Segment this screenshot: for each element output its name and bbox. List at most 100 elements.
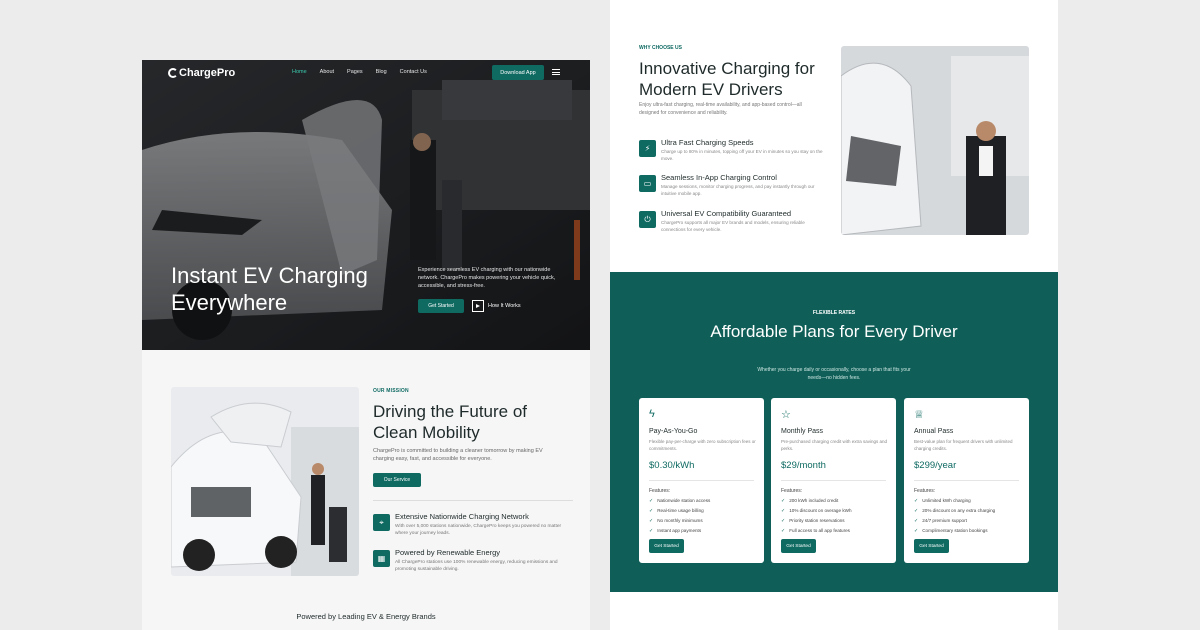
nav-link-contact[interactable]: Contact Us	[400, 69, 427, 75]
home-page-preview: ChargePro Home About Pages Blog Contact …	[142, 60, 590, 630]
brands-heading: Powered by Leading EV & Energy Brands	[296, 612, 436, 621]
bolt-icon: ⚡	[639, 140, 656, 157]
mission-kicker: OUR MISSION	[373, 388, 409, 394]
feature-title: Seamless In-App Charging Control	[661, 173, 777, 182]
plan-features-list: ✓ Unlimited kWh charging ✓ 20% discount on…	[914, 496, 995, 536]
solar-panel-icon: ▦	[373, 550, 390, 567]
star-badge-icon: ☆	[781, 409, 791, 421]
hero-description: Experience seamless EV charging with our…	[418, 267, 556, 289]
check-icon: ✓	[781, 508, 786, 514]
check-icon: ✓	[649, 498, 654, 504]
features-label: Features:	[781, 488, 803, 494]
divider	[781, 480, 886, 481]
plan-description: Flexible pay-per-charge with zero subscr…	[649, 439, 756, 451]
list-item: ✓ 200 kWh included credit	[781, 498, 839, 504]
feature-title: Powered by Renewable Energy	[395, 548, 501, 557]
nav-links: Home About Pages Blog Contact Us	[292, 69, 427, 75]
why-title: Innovative Charging for Modern EV Driver…	[639, 59, 815, 99]
feature-description: ChargePro supports all major EV brands a…	[661, 220, 805, 232]
pricing-kicker: FLEXIBLE RATES	[812, 310, 856, 316]
mission-description: ChargePro is committed to building a cle…	[373, 448, 543, 462]
why-kicker: WHY CHOOSE US	[639, 45, 682, 51]
bolt-icon: ϟ	[649, 408, 655, 420]
chargepro-logo[interactable]: ChargePro	[168, 67, 235, 79]
feature-description: With over 5,000 stations nationwide, Cha…	[395, 524, 562, 536]
check-icon: ✓	[914, 508, 919, 514]
pricing-title: Affordable Plans for Every Driver	[710, 322, 958, 341]
divider	[914, 480, 1019, 481]
how-it-works-link[interactable]: How It Works	[472, 300, 521, 312]
plan-card-pay-as-you-go: ϟ Pay-As-You-Go Flexible pay-per-charge …	[639, 398, 764, 563]
plan-features-list: ✓ Nationwide station access ✓ Real-time us…	[649, 496, 710, 536]
plan-name: Monthly Pass	[781, 428, 824, 435]
top-navigation: ChargePro Home About Pages Blog Contact …	[142, 60, 590, 86]
mission-photo	[171, 387, 359, 576]
list-item: ✓ Priority station reservations	[781, 518, 845, 524]
list-item: ✓ Full access to all app features	[781, 528, 850, 534]
divider	[373, 500, 573, 501]
pricing-description: Whether you charge daily or occasionally…	[757, 367, 911, 381]
check-icon: ✓	[649, 518, 654, 524]
plan-description: Pre-purchased charging credit with extra…	[781, 439, 888, 451]
logo-mark-icon	[168, 68, 178, 78]
mission-title: Driving the Future of Clean Mobility	[373, 402, 528, 442]
phone-app-icon: ▭	[639, 175, 656, 192]
nav-link-pages[interactable]: Pages	[347, 69, 363, 75]
get-started-button[interactable]: Get Started	[418, 299, 464, 313]
plan-card-annual-pass: ♕ Annual Pass Best-value plan for freque…	[904, 398, 1029, 563]
check-icon: ✓	[914, 528, 919, 534]
list-item: ✓ 24/7 premium support	[914, 518, 967, 524]
trophy-icon: ♕	[914, 409, 924, 421]
list-item: ✓ 10% discount on overage kWh	[781, 508, 852, 514]
check-icon: ✓	[781, 528, 786, 534]
why-photo	[841, 46, 1029, 235]
download-app-button[interactable]: Download App	[492, 65, 544, 80]
features-label: Features:	[649, 488, 671, 494]
feature-description: Charge up to 80% in minutes, topping off…	[661, 149, 823, 161]
list-item: ✓ Complimentary station bookings	[914, 528, 988, 534]
feature-description: All ChargePro stations use 100% renewabl…	[395, 560, 558, 572]
plan-price: $29/month	[781, 460, 826, 471]
hero-section: ChargePro Home About Pages Blog Contact …	[142, 60, 590, 350]
hero-title: Instant EV Charging Everywhere	[171, 263, 368, 315]
check-icon: ✓	[649, 508, 654, 514]
feature-description: Manage sessions, monitor charging progre…	[661, 184, 815, 196]
nav-link-home[interactable]: Home	[292, 69, 307, 75]
play-icon	[472, 300, 484, 312]
divider	[649, 480, 754, 481]
charger-plug-icon: ⏻	[639, 211, 656, 228]
plan-name: Annual Pass	[914, 428, 954, 435]
plan-price: $299/year	[914, 460, 957, 471]
plan-description: Best-value plan for frequent drivers wit…	[914, 439, 1013, 451]
feature-title: Ultra Fast Charging Speeds	[661, 138, 754, 147]
check-icon: ✓	[781, 498, 786, 504]
our-service-button[interactable]: Our Service	[373, 473, 421, 487]
nav-link-blog[interactable]: Blog	[376, 69, 387, 75]
list-item: ✓ Nationwide station access	[649, 498, 711, 504]
how-it-works-label: How It Works	[488, 303, 521, 309]
plan-card-monthly-pass: ☆ Monthly Pass Pre-purchased charging cr…	[771, 398, 896, 563]
check-icon: ✓	[914, 518, 919, 524]
check-icon: ✓	[781, 518, 786, 524]
why-description: Enjoy ultra-fast charging, real-time ava…	[639, 102, 802, 116]
list-item: ✓ Unlimited kWh charging	[914, 498, 971, 504]
list-item: ✓ Instant app payments	[649, 528, 702, 534]
hamburger-menu-icon[interactable]	[552, 69, 560, 75]
get-started-button[interactable]: Get Started	[781, 539, 816, 553]
features-label: Features:	[914, 488, 936, 494]
nav-link-about[interactable]: About	[320, 69, 334, 75]
list-item: ✓ 20% discount on any extra charging	[914, 508, 996, 514]
plan-features-list: ✓ 200 kWh included credit ✓ 10% discount o…	[781, 496, 852, 536]
plan-price: $0.30/kWh	[649, 460, 695, 471]
get-started-button[interactable]: Get Started	[649, 539, 684, 553]
list-item: ✓ Real-time usage billing	[649, 508, 704, 514]
feature-title: Extensive Nationwide Charging Network	[395, 512, 529, 521]
check-icon: ✓	[914, 498, 919, 504]
logo-text: ChargePro	[179, 67, 236, 79]
location-pin-icon: ⌖	[373, 514, 390, 531]
get-started-button[interactable]: Get Started	[914, 539, 949, 553]
pricing-section: FLEXIBLE RATES Affordable Plans for Ever…	[610, 272, 1058, 592]
check-icon: ✓	[649, 528, 654, 534]
plan-name: Pay-As-You-Go	[649, 428, 698, 435]
list-item: ✓ No monthly minimums	[649, 518, 703, 524]
